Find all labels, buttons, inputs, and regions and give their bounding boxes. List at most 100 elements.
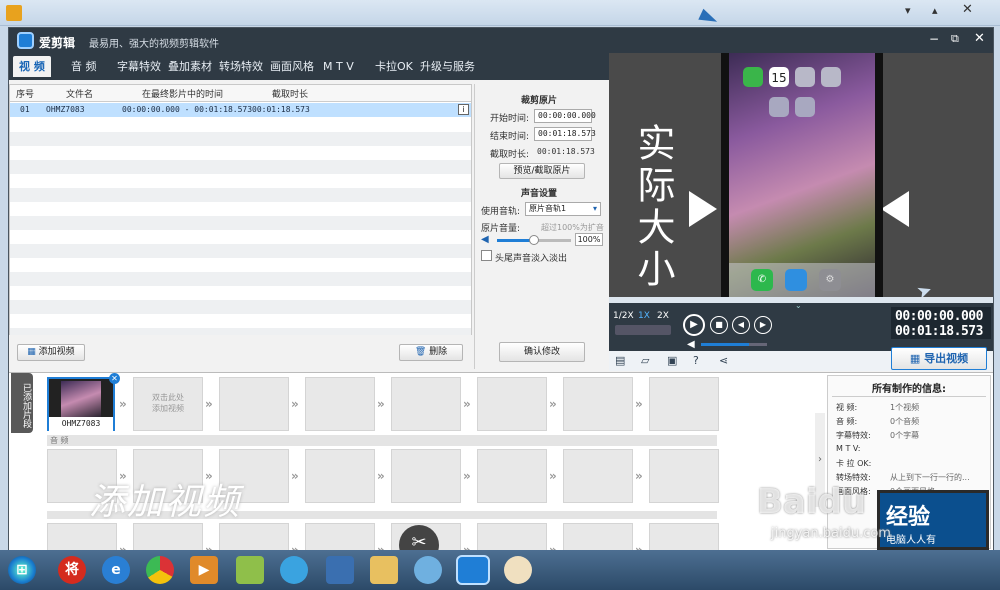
track-select[interactable]: 原片音轨1 ▾ <box>525 202 601 216</box>
player-controls: ⌄ 1/2X 1X 2X ▶ ■ ◀ ▶ ◀ 00:00:00.000 00:0… <box>609 297 993 371</box>
timeline-slot[interactable] <box>649 377 719 431</box>
stop-icon[interactable]: ■ <box>710 316 728 334</box>
table-row[interactable]: 01 OHMZ7083 00:00:00.000 - 00:01:18.573 … <box>10 103 471 117</box>
jiang-app-icon[interactable]: 将 <box>58 556 86 584</box>
tab-overlay[interactable]: 叠加素材 <box>162 56 218 77</box>
tab-video[interactable]: 视 频 <box>13 56 51 77</box>
collapse-chevron-icon[interactable]: ⌄ <box>795 301 802 310</box>
play-icon[interactable]: ▶ <box>683 314 705 336</box>
timeline-slot[interactable] <box>391 449 461 503</box>
folder-green-icon[interactable] <box>236 556 264 584</box>
next-frame-icon[interactable]: ▶ <box>754 316 772 334</box>
speed-2x[interactable]: 2X <box>657 311 669 321</box>
col-no: 序号 <box>16 90 35 100</box>
close-icon[interactable]: ✕ <box>974 31 985 46</box>
speed-slider[interactable] <box>615 325 671 335</box>
timeline-slot[interactable] <box>305 523 375 550</box>
share-icon[interactable]: ⋖ <box>719 354 728 367</box>
clip-name: OHMZ7083 <box>49 417 113 431</box>
timeline-slot[interactable] <box>649 449 719 503</box>
timeline-slot[interactable] <box>305 377 375 431</box>
minimize-icon[interactable]: − <box>929 32 939 46</box>
arrow-icon: » <box>377 469 385 483</box>
timeline-slot[interactable] <box>477 449 547 503</box>
volume-slider-knob[interactable] <box>529 235 539 245</box>
os-minimize-icon[interactable]: ▴ <box>932 4 938 17</box>
remove-clip-icon[interactable]: ✕ <box>109 373 120 384</box>
paint-icon[interactable] <box>504 556 532 584</box>
app-name: 爱剪辑 <box>39 36 76 50</box>
clip-preview-image <box>61 381 101 417</box>
tab-karaoke[interactable]: 卡拉OK <box>369 56 419 77</box>
player-icon[interactable]: ▶ <box>190 556 218 584</box>
time-current: 00:00:00.000 <box>895 309 983 324</box>
ie-icon[interactable]: e <box>102 556 130 584</box>
volume-value[interactable]: 100% <box>575 233 603 246</box>
confirm-button[interactable]: 确认修改 <box>499 342 585 362</box>
start-icon[interactable]: ⊞ <box>8 556 36 584</box>
tab-style[interactable]: 画面风格 <box>264 56 320 77</box>
chrome-icon[interactable] <box>146 556 174 584</box>
export-video-button[interactable]: ▦ 导出视频 <box>891 347 987 370</box>
timeline-slot[interactable] <box>563 523 633 550</box>
folder-app-icon-3 <box>769 97 789 117</box>
arrow-icon: » <box>549 469 557 483</box>
maximize-icon[interactable]: ⧉ <box>951 32 959 46</box>
volume-icon: ◀ <box>687 339 695 350</box>
aijianji-taskbar-icon[interactable] <box>456 555 490 585</box>
help-icon[interactable]: ? <box>693 354 699 367</box>
timeline-slot[interactable] <box>219 377 289 431</box>
jingyan-label: 经验 <box>886 505 931 530</box>
globe-icon[interactable] <box>280 556 308 584</box>
app-small-icon <box>6 5 22 21</box>
info-divider <box>832 396 986 397</box>
end-time-input[interactable]: 00:01:18.573 <box>534 127 596 141</box>
added-clips-label: 已添加片段 <box>11 373 33 433</box>
fade-label: 头尾声音淡入淡出 <box>495 254 568 264</box>
tab-upgrade[interactable]: 升级与服务 <box>414 56 481 77</box>
tab-subtitle-effects[interactable]: 字幕特效 <box>111 56 167 77</box>
speed-half[interactable]: 1/2X <box>613 311 634 321</box>
timeline-slot[interactable] <box>477 523 547 550</box>
logo-icon <box>17 32 34 49</box>
tab-transition[interactable]: 转场特效 <box>213 56 269 77</box>
timeline-slot[interactable] <box>391 377 461 431</box>
star-app-icon[interactable] <box>414 556 442 584</box>
fade-checkbox[interactable] <box>481 250 492 261</box>
tab-mtv[interactable]: M T V <box>317 56 360 77</box>
timeline-slot[interactable] <box>219 523 289 550</box>
timeline-slot[interactable] <box>563 377 633 431</box>
add-video-button[interactable]: ▦ 添加视频 <box>17 344 85 361</box>
arrow-icon: » <box>119 397 127 411</box>
folder-app-icon <box>795 67 815 87</box>
timeline-slot[interactable] <box>563 449 633 503</box>
start-time-input[interactable]: 00:00:00.000 <box>534 109 596 123</box>
explorer-icon[interactable] <box>370 556 398 584</box>
tab-audio[interactable]: 音 频 <box>65 56 103 77</box>
arrow-icon: » <box>463 397 471 411</box>
film-icon[interactable]: ▤ <box>615 354 625 367</box>
add-video-watermark: 添加视频 <box>89 482 242 523</box>
add-video-slot[interactable]: 双击此处 添加视频 <box>133 377 203 431</box>
preview-clip-button[interactable]: 预览/截取原片 <box>499 163 585 179</box>
prev-frame-icon[interactable]: ◀ <box>732 316 750 334</box>
os-dropdown-icon[interactable]: ▾ <box>905 4 911 17</box>
monitor-icon[interactable] <box>326 556 354 584</box>
info-icon[interactable]: i <box>458 104 469 115</box>
info-value: 0个字幕 <box>890 431 920 440</box>
os-close-icon[interactable]: ✕ <box>962 2 973 17</box>
arrow-icon: » <box>549 397 557 411</box>
timeline-slot[interactable] <box>47 523 117 550</box>
delete-button[interactable]: 🗑 删除 <box>399 344 463 361</box>
speed-1x[interactable]: 1X <box>638 311 650 321</box>
timeline-slot[interactable] <box>649 523 719 550</box>
jingyan-site-watermark: jingyan.baidu.com <box>771 526 891 541</box>
arrow-icon: » <box>635 469 643 483</box>
timeline-slot[interactable] <box>133 523 203 550</box>
timeline-slot[interactable] <box>477 377 547 431</box>
save-icon[interactable]: ▣ <box>667 354 677 367</box>
open-folder-icon[interactable]: ▱ <box>641 354 649 367</box>
col-dur: 截取时长 <box>272 90 309 100</box>
clip-thumbnail[interactable]: OHMZ7083 <box>47 377 115 431</box>
timeline-slot[interactable] <box>305 449 375 503</box>
